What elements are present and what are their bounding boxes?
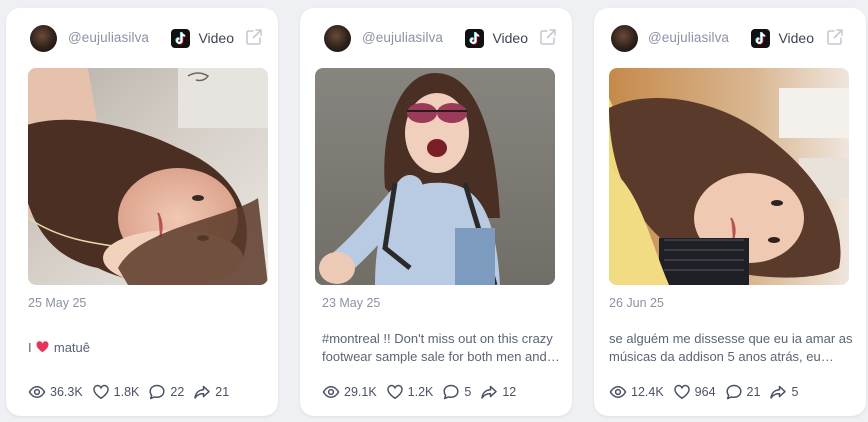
platform-badge: Video xyxy=(465,27,528,49)
heart-icon xyxy=(386,383,404,401)
external-link-icon[interactable] xyxy=(826,28,844,46)
external-link-icon[interactable] xyxy=(539,28,557,46)
post-thumbnail[interactable] xyxy=(315,68,555,285)
likes-count: 964 xyxy=(694,385,716,399)
username[interactable]: @eujuliasilva xyxy=(648,30,729,45)
eye-icon xyxy=(322,383,340,401)
eye-icon xyxy=(609,383,627,401)
comment-icon xyxy=(442,383,460,401)
comments-stat: 22 xyxy=(148,383,184,401)
comment-icon xyxy=(725,383,743,401)
post-header: @eujuliasilva Video xyxy=(594,8,866,64)
share-icon xyxy=(769,383,787,401)
likes-stat: 1.8K xyxy=(92,383,140,401)
comment-icon xyxy=(148,383,166,401)
post-header: @eujuliasilva Video xyxy=(6,8,278,64)
share-icon xyxy=(480,383,498,401)
shares-stat: 5 xyxy=(769,383,798,401)
post-caption: I matuê xyxy=(28,339,268,358)
caption-text: I xyxy=(28,340,32,355)
views-count: 29.1K xyxy=(344,385,377,399)
platform-badge: Video xyxy=(751,27,814,49)
post-date: 23 May 25 xyxy=(322,296,381,310)
username[interactable]: @eujuliasilva xyxy=(68,30,149,45)
post-card[interactable]: @eujuliasilva Video 25 May 25 I matuê 36… xyxy=(6,8,278,416)
views-stat: 12.4K xyxy=(609,383,664,401)
post-stats: 12.4K 964 21 5 xyxy=(609,383,807,401)
post-type-label: Video xyxy=(492,30,528,46)
tiktok-icon xyxy=(465,28,485,48)
avatar[interactable] xyxy=(611,25,638,52)
username[interactable]: @eujuliasilva xyxy=(362,30,443,45)
share-icon xyxy=(193,383,211,401)
post-stats: 36.3K 1.8K 22 21 xyxy=(28,383,238,401)
post-stats: 29.1K 1.2K 5 12 xyxy=(322,383,525,401)
post-card[interactable]: @eujuliasilva Video 26 Jun 25 se alguém … xyxy=(594,8,866,416)
post-card[interactable]: @eujuliasilva Video 23 May 25 #montreal … xyxy=(300,8,572,416)
views-stat: 29.1K xyxy=(322,383,377,401)
views-count: 36.3K xyxy=(50,385,83,399)
heart-emoji-icon xyxy=(36,340,49,358)
comments-stat: 5 xyxy=(442,383,471,401)
shares-count: 12 xyxy=(502,385,517,399)
shares-count: 5 xyxy=(791,385,799,399)
eye-icon xyxy=(28,383,46,401)
external-link-icon[interactable] xyxy=(245,28,263,46)
comments-count: 5 xyxy=(464,385,472,399)
heart-icon xyxy=(92,383,110,401)
comments-stat: 21 xyxy=(725,383,761,401)
tiktok-icon xyxy=(751,28,771,48)
likes-count: 1.8K xyxy=(113,385,140,399)
views-stat: 36.3K xyxy=(28,383,83,401)
views-count: 12.4K xyxy=(631,385,664,399)
tiktok-icon xyxy=(171,28,191,48)
avatar[interactable] xyxy=(30,25,57,52)
likes-count: 1.2K xyxy=(407,385,434,399)
post-type-label: Video xyxy=(198,30,234,46)
post-caption: #montreal !! Don't miss out on this craz… xyxy=(322,331,560,364)
heart-icon xyxy=(673,383,691,401)
post-thumbnail[interactable] xyxy=(609,68,849,285)
caption-text: matuê xyxy=(53,340,91,355)
post-date: 26 Jun 25 xyxy=(609,296,664,310)
shares-count: 21 xyxy=(215,385,230,399)
comments-count: 22 xyxy=(170,385,185,399)
post-header: @eujuliasilva Video xyxy=(300,8,572,64)
avatar[interactable] xyxy=(324,25,351,52)
post-thumbnail[interactable] xyxy=(28,68,268,285)
post-date: 25 May 25 xyxy=(28,296,87,310)
comments-count: 21 xyxy=(746,385,761,399)
shares-stat: 21 xyxy=(193,383,229,401)
shares-stat: 12 xyxy=(480,383,516,401)
platform-badge: Video xyxy=(171,27,234,49)
likes-stat: 1.2K xyxy=(386,383,434,401)
post-caption: se alguém me dissesse que eu ia amar as … xyxy=(609,331,853,364)
likes-stat: 964 xyxy=(673,383,716,401)
post-type-label: Video xyxy=(778,30,814,46)
